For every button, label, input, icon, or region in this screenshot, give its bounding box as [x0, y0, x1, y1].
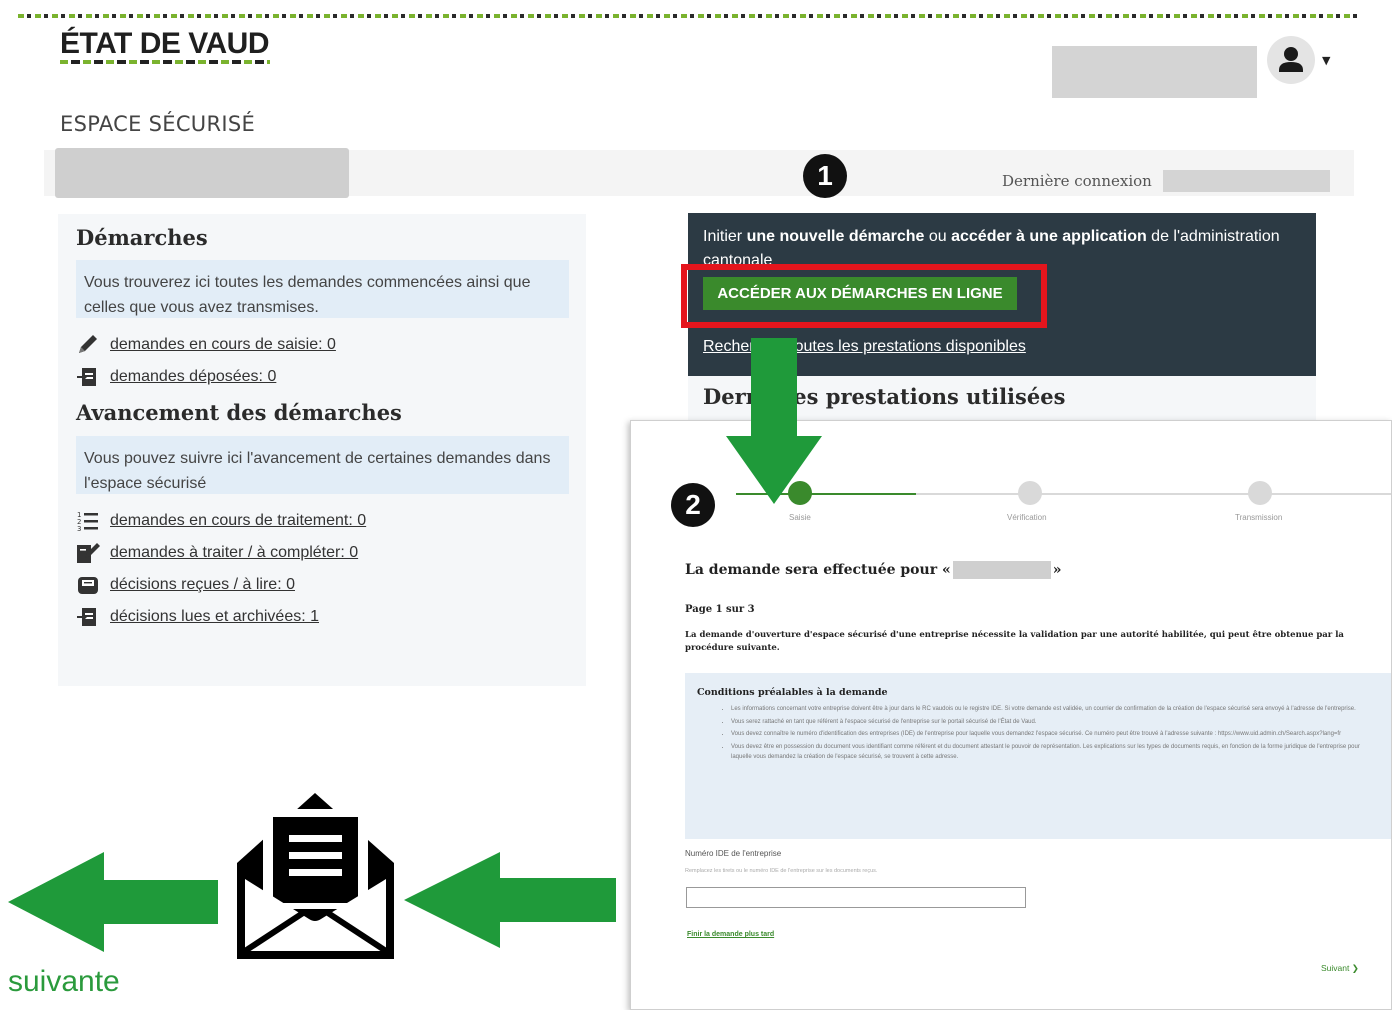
link-label[interactable]: demandes en cours de saisie: 0 — [110, 336, 336, 354]
arrow-left-icon — [8, 852, 218, 952]
logo-underline — [60, 60, 270, 64]
progress-line-todo — [916, 493, 1391, 495]
step-label: Saisie — [789, 513, 811, 522]
link-demandes-en-cours[interactable]: demandes en cours de saisie: 0 — [74, 333, 336, 357]
last-connection-label: Dernière connexion — [1002, 172, 1152, 190]
arrow-down-icon — [726, 338, 822, 504]
step-todo-icon — [1018, 481, 1042, 505]
chevron-down-icon[interactable]: ▼ — [1322, 54, 1330, 67]
link-label[interactable]: demandes à traiter / à compléter: 0 — [110, 544, 358, 562]
open-envelope-icon — [237, 793, 394, 959]
sign-icon — [74, 541, 102, 565]
link-label[interactable]: décisions lues et archivées: 1 — [110, 608, 319, 626]
step-label: Transmission — [1235, 513, 1283, 522]
user-avatar[interactable] — [1267, 36, 1315, 84]
demarches-title: Démarches — [76, 225, 208, 250]
header-stripe — [18, 14, 1358, 18]
ide-field-label: Numéro IDE de l'entreprise — [685, 849, 782, 858]
page-title: ESPACE SÉCURISÉ — [60, 112, 256, 136]
user-icon — [1279, 47, 1303, 72]
pencil-icon — [74, 333, 102, 357]
step-badge-2: 2 — [671, 483, 715, 527]
avancement-info: Vous pouvez suivre ici l'avancement de c… — [76, 436, 569, 494]
ide-field-hint: Remplacez les tirets ou le numéro IDE de… — [685, 868, 878, 874]
step-todo-icon — [1248, 481, 1272, 505]
request-description: La demande d'ouverture d'espace sécurisé… — [685, 630, 1344, 653]
link-en-cours-traitement[interactable]: 123 demandes en cours de traitement: 0 — [74, 509, 366, 533]
request-title: La demande sera effectuée pour «» — [685, 561, 1062, 579]
next-link[interactable]: Suivant ❯ — [1321, 963, 1359, 974]
redacted-last-connection — [1163, 170, 1330, 192]
finish-later-link[interactable]: Finir la demande plus tard — [687, 931, 774, 938]
link-demandes-deposees[interactable]: demandes déposées: 0 — [74, 365, 276, 389]
link-decisions-recues[interactable]: décisions reçues / à lire: 0 — [74, 573, 295, 597]
avancement-title: Avancement des démarches — [76, 400, 402, 425]
demarches-info: Vous trouverez ici toutes les demandes c… — [76, 260, 569, 318]
link-label[interactable]: demandes en cours de traitement: 0 — [110, 512, 366, 530]
link-decisions-archivees[interactable]: décisions lues et archivées: 1 — [74, 605, 319, 629]
next-step-screenshot: Saisie Vérification Transmission La dema… — [630, 420, 1392, 1010]
condition-item: Vous devez être en possession du documen… — [731, 742, 1379, 763]
redacted-company-name — [55, 148, 349, 198]
condition-item: Les informations concernant votre entrep… — [731, 704, 1379, 715]
online-services-intro: Initier une nouvelle démarche ou accéder… — [703, 228, 1280, 265]
ide-number-input[interactable] — [686, 887, 1026, 908]
caption-suivante: suivante — [8, 965, 120, 998]
svg-text:3: 3 — [77, 525, 81, 532]
etat-de-vaud-logo[interactable]: ÉTAT DE VAUD — [60, 27, 270, 61]
conditions-title: Conditions préalables à la demande — [697, 687, 888, 698]
conditions-box: Conditions préalables à la demande Les i… — [685, 673, 1391, 839]
document-icon — [74, 365, 102, 389]
list-icon: 123 — [74, 509, 102, 533]
link-label[interactable]: demandes déposées: 0 — [110, 368, 276, 386]
archive-icon — [74, 605, 102, 629]
condition-item: Vous devez connaître le numéro d'identif… — [731, 729, 1379, 740]
inbox-icon — [74, 573, 102, 597]
step-badge-1: 1 — [803, 154, 847, 198]
arrow-left-icon — [404, 852, 616, 948]
page-indicator: Page 1 sur 3 — [685, 604, 755, 615]
condition-item: Vous serez rattaché en tant que référent… — [731, 717, 1379, 728]
highlight-box — [681, 264, 1047, 328]
step-label: Vérification — [1007, 513, 1047, 522]
link-a-traiter[interactable]: demandes à traiter / à compléter: 0 — [74, 541, 358, 565]
link-label[interactable]: décisions reçues / à lire: 0 — [110, 576, 295, 594]
redacted-username — [1052, 46, 1257, 98]
